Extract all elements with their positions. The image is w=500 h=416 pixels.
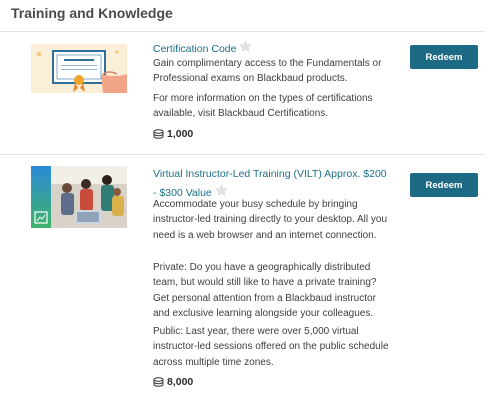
divider [0,154,484,155]
coin-stack-icon [153,377,164,387]
vilt-thumbnail [31,166,127,228]
points-cost: 1,000 [153,128,193,140]
redeem-button[interactable]: Redeem [410,173,478,197]
item-title-text[interactable]: Certification Code [153,43,236,55]
item-description: Accommodate your busy schedule by bringi… [153,199,387,241]
item-title-line[interactable]: Virtual Instructor-Led Training (VILT) A… [153,166,398,182]
certificate-thumbnail [31,44,127,93]
item-description: Private: Do you have a geographically di… [153,262,377,320]
coin-stack-icon [153,129,164,139]
item-description: For more information on the types of cer… [153,93,373,120]
item-description: Public: Last year, there were over 5,000… [153,326,389,368]
points-value: 8,000 [167,376,194,388]
section-title: Training and Knowledge [11,5,173,21]
item-description: Gain complimentary access to the Fundame… [153,58,382,85]
points-value: 1,000 [167,128,194,140]
points-cost: 8,000 [153,376,193,388]
redeem-button[interactable]: Redeem [410,45,478,69]
divider [0,31,484,32]
